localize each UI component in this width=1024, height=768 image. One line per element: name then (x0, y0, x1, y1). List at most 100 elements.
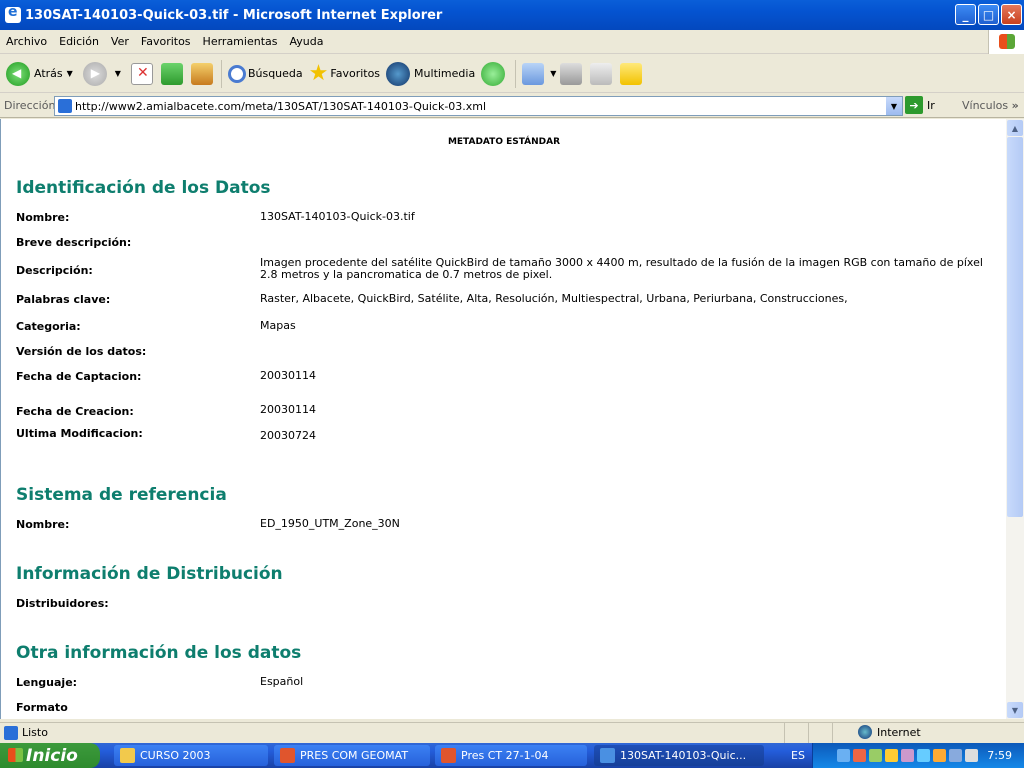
search-button[interactable]: Búsqueda (227, 64, 303, 83)
minimize-button[interactable]: _ (955, 4, 976, 25)
tray-arrow-icon[interactable] (837, 749, 850, 762)
address-input[interactable]: http://www2.amialbacete.com/meta/130SAT/… (54, 96, 903, 116)
field-label-breve: Breve descripción: (16, 236, 132, 249)
media-button[interactable]: Multimedia (386, 61, 476, 86)
start-button[interactable]: Inicio (0, 743, 100, 768)
chevron-down-icon[interactable]: ▼ (115, 69, 121, 78)
field-label-distribuidores: Distribuidores: (16, 597, 109, 610)
history-icon[interactable] (481, 61, 506, 86)
windows-logo-icon (988, 30, 1024, 54)
stop-icon[interactable]: ✕ (130, 62, 153, 85)
divider (220, 59, 222, 88)
favorites-button[interactable]: ★ Favoritos (309, 61, 380, 86)
page-header: METADATO ESTÁNDAR (447, 137, 561, 147)
scroll-down-icon[interactable]: ▼ (1007, 702, 1023, 718)
chevron-down-icon[interactable]: ▼ (550, 69, 556, 78)
menu-archivo[interactable]: Archivo (0, 35, 53, 48)
title-bar[interactable]: 130SAT-140103-Quick-03.tif - Microsoft I… (0, 0, 1024, 30)
star-icon: ★ (308, 61, 329, 86)
task-pres-com[interactable]: PRES COM GEOMAT (274, 745, 430, 766)
task-curso[interactable]: CURSO 2003 (114, 745, 268, 766)
field-label-ultima-modificacion: Ultima Modificacion: (16, 427, 143, 440)
ie-window: 130SAT-140103-Quick-03.tif - Microsoft I… (0, 0, 1024, 768)
field-value-fecha-captacion: 20030114 (260, 369, 316, 382)
menu-favoritos[interactable]: Favoritos (135, 35, 197, 48)
links-label: Vínculos (962, 99, 1009, 112)
forward-arrow-icon (82, 61, 107, 86)
field-value-ultima-modificacion: 20030724 (260, 429, 316, 442)
close-button[interactable]: × (1001, 4, 1022, 25)
field-label-descripcion: Descripción: (16, 264, 93, 277)
page-icon (58, 99, 72, 113)
maximize-button[interactable]: □ (978, 4, 999, 25)
ie-icon (5, 4, 21, 23)
go-arrow-icon: ➔ (905, 96, 923, 114)
tray-icon[interactable] (949, 749, 962, 762)
back-button[interactable]: Atrás ▼ (6, 61, 77, 86)
menu-herramientas[interactable]: Herramientas (197, 35, 284, 48)
print-icon[interactable] (560, 62, 583, 85)
tray-icon[interactable] (885, 749, 898, 762)
more-chevron-icon: » (1011, 99, 1019, 112)
window-title: 130SAT-140103-Quick-03.tif - Microsoft I… (25, 7, 443, 23)
field-value-ref-nombre: ED_1950_UTM_Zone_30N (260, 517, 400, 530)
scroll-up-icon[interactable]: ▲ (1007, 120, 1023, 136)
mail-icon[interactable] (522, 62, 545, 85)
start-label: Inicio (26, 745, 78, 766)
field-label-categoria: Categoria: (16, 320, 81, 333)
field-label-lenguaje: Lenguaje: (16, 676, 78, 689)
task-label: 130SAT-140103-Quic... (620, 749, 747, 762)
home-icon[interactable] (190, 62, 213, 85)
tray-icon[interactable] (853, 749, 866, 762)
page-content: METADATO ESTÁNDAR Identificación de los … (0, 119, 1006, 719)
page-status-icon (4, 725, 18, 740)
taskbar: Inicio CURSO 2003 PRES COM GEOMAT Pres C… (0, 743, 1024, 768)
task-pres-ct[interactable]: Pres CT 27-1-04 (435, 745, 587, 766)
field-label-palabras: Palabras clave: (16, 293, 111, 306)
tray-icon[interactable] (901, 749, 914, 762)
go-button[interactable]: ➔ Ir (905, 96, 935, 114)
powerpoint-icon (280, 748, 295, 763)
edit-icon[interactable] (590, 62, 613, 85)
field-label-formato: Formato (16, 701, 68, 714)
forward-button[interactable]: ▼ (82, 61, 125, 86)
field-label-version: Versión de los datos: (16, 345, 147, 358)
messenger-icon[interactable] (620, 62, 643, 85)
tray-icon[interactable] (933, 749, 946, 762)
status-divider (808, 723, 809, 743)
go-label: Ir (927, 98, 935, 112)
refresh-icon[interactable] (160, 62, 183, 85)
chevron-down-icon[interactable]: ▼ (67, 69, 73, 78)
system-tray: ES 7:59 (791, 743, 1024, 768)
media-label: Multimedia (414, 67, 476, 80)
clock[interactable]: 7:59 (987, 749, 1012, 762)
language-indicator[interactable]: ES (791, 749, 805, 762)
folder-icon (120, 748, 135, 763)
task-ie[interactable]: 130SAT-140103-Quic... (594, 745, 764, 766)
security-zone: Internet (858, 725, 921, 739)
tray-icons (837, 749, 978, 762)
section-identificacion: Identificación de los Datos (16, 178, 271, 198)
section-otra-info: Otra información de los datos (16, 643, 302, 663)
menu-ver[interactable]: Ver (105, 35, 135, 48)
search-label: Búsqueda (247, 67, 303, 80)
globe-icon (858, 725, 872, 739)
tray-icon[interactable] (917, 749, 930, 762)
zone-label: Internet (877, 725, 921, 739)
powerpoint-icon (441, 748, 456, 763)
chevron-down-icon[interactable]: ▼ (886, 97, 902, 115)
field-value-descripcion: Imagen procedente del satélite QuickBird… (260, 256, 983, 281)
menu-edicion[interactable]: Edición (53, 35, 105, 48)
vertical-scrollbar[interactable]: ▲ ▼ (1006, 119, 1024, 719)
status-text: Listo (22, 726, 48, 739)
field-value-fecha-creacion: 20030114 (260, 403, 316, 416)
status-bar: Listo Internet (0, 722, 1024, 743)
scroll-thumb[interactable] (1007, 137, 1023, 517)
back-label: Atrás (34, 67, 63, 80)
links-button[interactable]: Vínculos » (962, 99, 1019, 112)
tray-icon[interactable] (965, 749, 978, 762)
section-referencia: Sistema de referencia (16, 485, 227, 505)
section-distribucion: Información de Distribución (16, 564, 283, 584)
menu-ayuda[interactable]: Ayuda (283, 35, 329, 48)
tray-icon[interactable] (869, 749, 882, 762)
